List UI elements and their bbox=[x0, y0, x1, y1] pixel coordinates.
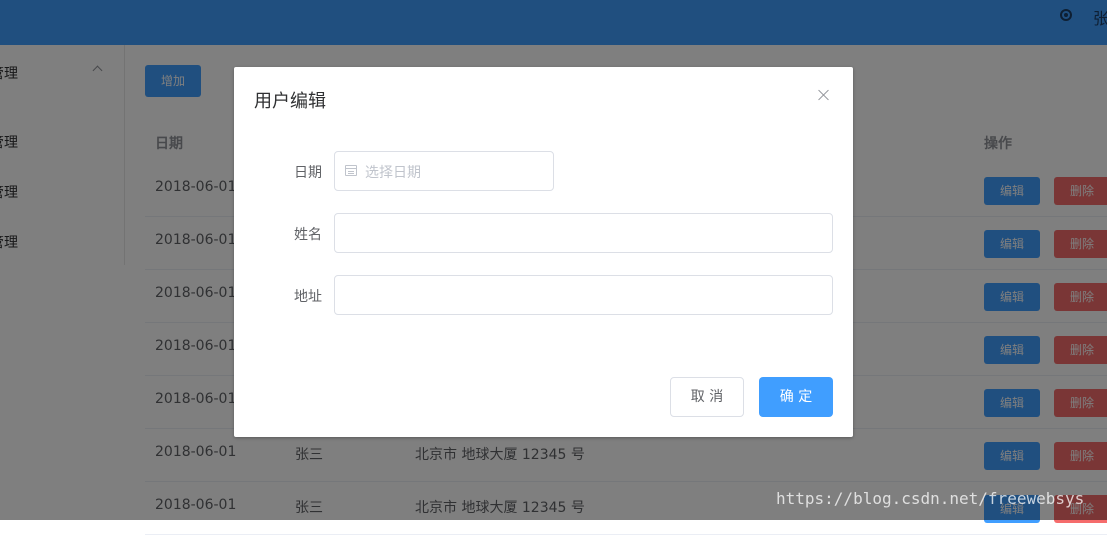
cancel-button[interactable]: 取 消 bbox=[670, 377, 744, 417]
name-label: 姓名 bbox=[294, 227, 322, 243]
name-input[interactable] bbox=[334, 213, 833, 253]
address-input[interactable] bbox=[334, 275, 833, 315]
date-label: 日期 bbox=[294, 165, 322, 181]
dialog-title: 用户编辑 bbox=[254, 91, 326, 112]
date-picker[interactable]: 选择日期 bbox=[334, 151, 554, 191]
calendar-icon bbox=[345, 165, 357, 176]
user-edit-dialog: 用户编辑 日期 选择日期 姓名 地址 取 消 确 定 bbox=[234, 67, 853, 437]
watermark: https://blog.csdn.net/freewebsys bbox=[776, 489, 1085, 508]
address-label: 地址 bbox=[294, 289, 322, 305]
close-icon[interactable] bbox=[816, 87, 832, 103]
confirm-button[interactable]: 确 定 bbox=[759, 377, 833, 417]
date-placeholder: 选择日期 bbox=[365, 165, 421, 181]
